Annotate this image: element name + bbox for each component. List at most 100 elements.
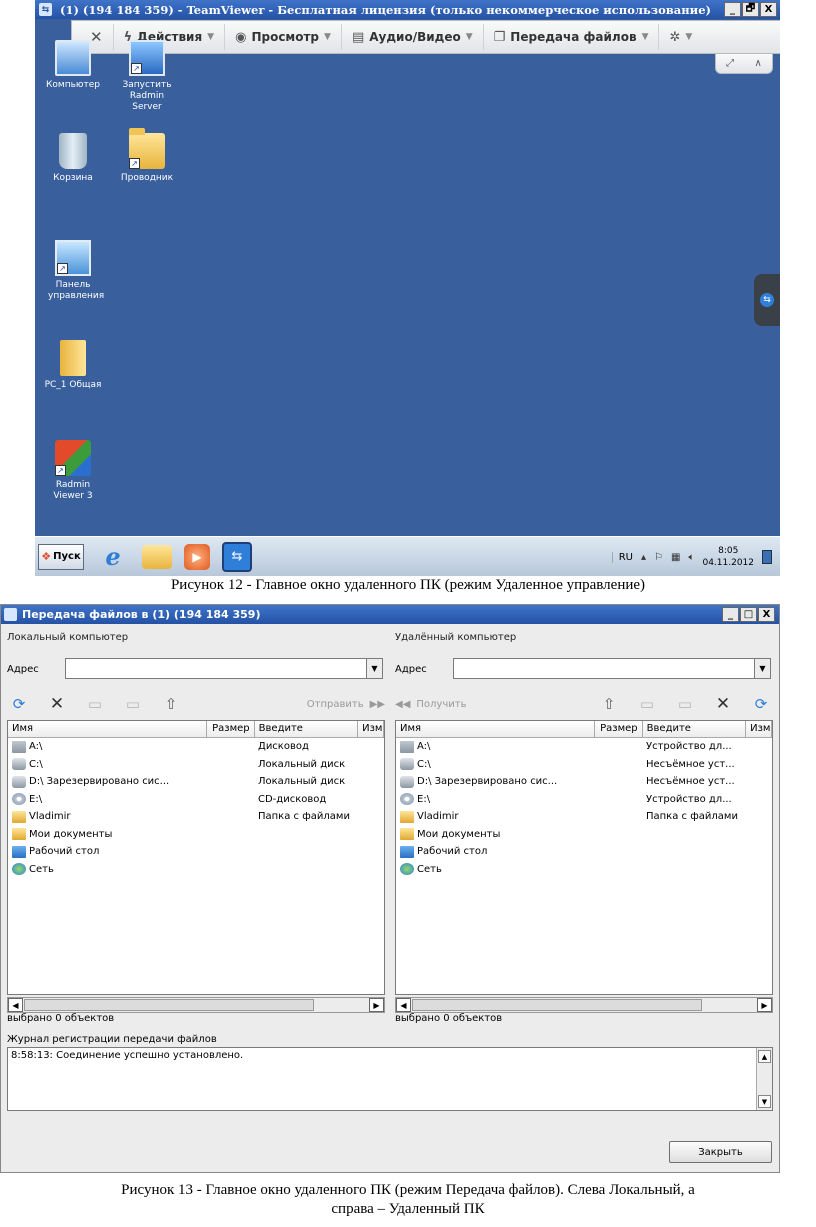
language-indicator[interactable]: RU <box>611 551 633 563</box>
fullscreen-icon[interactable]: ⤢ <box>726 58 734 69</box>
column-modified[interactable]: Изм <box>746 721 772 737</box>
teamviewer-side-panel-handle[interactable]: ⇆ <box>754 274 780 326</box>
chevron-down-icon[interactable]: ▼ <box>366 659 382 678</box>
file-row[interactable]: E:\ CD-дисковод <box>8 791 384 809</box>
scroll-left-icon[interactable]: ◀ <box>8 998 23 1012</box>
scroll-right-icon[interactable]: ▶ <box>757 998 772 1012</box>
parent-folder-icon[interactable]: ⇧ <box>597 693 621 715</box>
delete-icon[interactable]: ✕ <box>45 693 69 715</box>
audio-video-menu[interactable]: ▤ Аудио/Видео ▼ <box>342 24 484 50</box>
scroll-thumb[interactable] <box>412 999 702 1011</box>
eye-icon: ◉ <box>235 29 247 45</box>
rename-icon[interactable]: ▭ <box>83 693 107 715</box>
refresh-icon[interactable]: ⟳ <box>7 693 31 715</box>
maximize-button[interactable]: □ <box>740 607 757 622</box>
file-row[interactable]: Рабочий стол <box>396 843 772 861</box>
remote-address-input[interactable]: ▼ <box>453 658 771 679</box>
file-row[interactable]: Vladimir Папка с файлами <box>396 808 772 826</box>
desktop-icon-radmin-server[interactable]: ↗ Запустить Radmin Server <box>111 40 183 113</box>
chevron-down-icon[interactable]: ▼ <box>754 659 770 678</box>
clock[interactable]: 8:05 04.11.2012 <box>702 545 754 569</box>
scroll-left-icon[interactable]: ◀ <box>396 998 411 1012</box>
send-button[interactable]: Отправить ▶▶ <box>307 699 385 710</box>
volume-icon[interactable]: 🔈︎ <box>688 552 694 563</box>
scroll-up-icon[interactable]: ▲ <box>758 1050 771 1063</box>
folder-icon <box>12 810 26 823</box>
file-row[interactable]: Сеть <box>8 861 384 879</box>
parent-folder-icon[interactable]: ⇧ <box>159 693 183 715</box>
local-file-list[interactable]: Имя Размер Введите Изм A:\ Дисковод C:\ Лок… <box>7 720 385 995</box>
file-row[interactable]: E:\ Устройство дл... <box>396 791 772 809</box>
file-row[interactable]: Мои документы <box>8 826 384 844</box>
file-row[interactable]: Vladimir Папка с файлами <box>8 808 384 826</box>
close-window-button[interactable]: X <box>758 607 775 622</box>
column-modified[interactable]: Изм <box>358 721 384 737</box>
local-address-input[interactable]: ▼ <box>65 658 383 679</box>
transfer-log-entry: 8:58:13: Соединение успешно установлено. <box>11 1050 244 1061</box>
scroll-down-icon[interactable]: ▼ <box>758 1095 771 1108</box>
desktop-icon-radmin-viewer[interactable]: ↗ Radmin Viewer 3 <box>37 440 109 502</box>
file-row[interactable]: Рабочий стол <box>8 843 384 861</box>
network-icon[interactable]: ▦ <box>671 552 680 563</box>
show-desktop-button[interactable] <box>762 550 772 564</box>
new-folder-icon[interactable]: ▭ <box>121 693 145 715</box>
action-center-flag-icon[interactable]: ⚐ <box>654 552 663 563</box>
transfer-log[interactable]: 8:58:13: Соединение успешно установлено.… <box>7 1047 773 1111</box>
folder-icon <box>12 828 26 841</box>
taskbar: ❖ Пуск e ▶ ⇆ RU ▴ ⚐ ▦ 🔈︎ 8:05 04.11.2012 <box>35 536 780 576</box>
receive-button[interactable]: ◀◀ Получить <box>395 699 466 710</box>
teamviewer-title-bar[interactable]: ⇆ (1) (194 184 359) - TeamViewer - Беспл… <box>35 0 780 19</box>
new-folder-icon[interactable]: ▭ <box>673 693 697 715</box>
extras-menu[interactable]: ✲ ▼ <box>659 24 702 50</box>
internet-explorer-icon: e <box>105 542 121 571</box>
chevron-down-icon: ▼ <box>324 32 331 42</box>
refresh-icon[interactable]: ⟳ <box>749 693 773 715</box>
taskbar-explorer[interactable] <box>142 544 172 569</box>
file-transfer-label: Передача файлов <box>510 30 637 44</box>
file-transfer-menu[interactable]: ❐ Передача файлов ▼ <box>484 24 660 50</box>
desktop-icon-label: Radmin Viewer 3 <box>53 480 93 501</box>
file-name: Vladimir <box>417 811 459 823</box>
column-type[interactable]: Введите <box>255 721 359 737</box>
desktop-icon-recycle-bin[interactable]: Корзина <box>37 133 109 184</box>
column-name[interactable]: Имя <box>396 721 595 737</box>
file-row[interactable]: C:\ Локальный диск <box>8 756 384 774</box>
start-button[interactable]: ❖ Пуск <box>38 543 84 570</box>
show-hidden-icons-icon[interactable]: ▴ <box>641 552 646 563</box>
column-size[interactable]: Размер <box>207 721 255 737</box>
desktop-icon-computer[interactable]: Компьютер <box>37 40 109 91</box>
minimize-button[interactable]: _ <box>722 607 739 622</box>
close-window-button[interactable]: X <box>760 2 777 17</box>
column-size[interactable]: Размер <box>595 721 643 737</box>
close-button[interactable]: Закрыть <box>669 1141 772 1163</box>
taskbar-teamviewer[interactable]: ⇆ <box>222 541 252 572</box>
transfer-log-scrollbar[interactable]: ▲ ▼ <box>756 1048 772 1110</box>
file-row[interactable]: D:\ Зарезервировано сис... Несъёмное уст.… <box>396 773 772 791</box>
file-row[interactable]: D:\ Зарезервировано сис... Локальный диск <box>8 773 384 791</box>
file-row[interactable]: Сеть <box>396 861 772 879</box>
minimize-button[interactable]: _ <box>724 2 741 17</box>
file-row[interactable]: A:\ Дисковод <box>8 738 384 756</box>
file-row[interactable]: Мои документы <box>396 826 772 844</box>
taskbar-media-player[interactable]: ▶ <box>184 543 210 570</box>
desktop-icon-shared-folder[interactable]: PC_1 Общая <box>37 340 109 391</box>
desktop-icon-control-panel[interactable]: ↗ Панель управления <box>37 240 109 302</box>
collapse-toolbar-icon[interactable]: ∧ <box>754 58 761 69</box>
remote-file-list[interactable]: Имя Размер Введите Изм A:\ Устройство дл.… <box>395 720 773 995</box>
scroll-right-icon[interactable]: ▶ <box>369 998 384 1012</box>
file-transfer-title-bar[interactable]: Передача файлов в (1) (194 184 359) _ □ … <box>1 605 779 624</box>
file-row[interactable]: C:\ Несъёмное уст... <box>396 756 772 774</box>
remote-horizontal-scrollbar[interactable]: ◀ ▶ <box>395 997 773 1013</box>
rename-icon[interactable]: ▭ <box>635 693 659 715</box>
column-name[interactable]: Имя <box>8 721 207 737</box>
delete-icon[interactable]: ✕ <box>711 693 735 715</box>
view-menu[interactable]: ◉ Просмотр ▼ <box>225 24 342 50</box>
taskbar-internet-explorer[interactable]: e <box>96 541 130 573</box>
desktop-icon-explorer[interactable]: ↗ Проводник <box>111 128 183 184</box>
file-row[interactable]: A:\ Устройство дл... <box>396 738 772 756</box>
scroll-thumb[interactable] <box>24 999 314 1011</box>
column-type[interactable]: Введите <box>643 721 747 737</box>
restore-button[interactable]: 🗗 <box>742 2 759 17</box>
local-horizontal-scrollbar[interactable]: ◀ ▶ <box>7 997 385 1013</box>
desk-icon <box>400 845 414 858</box>
